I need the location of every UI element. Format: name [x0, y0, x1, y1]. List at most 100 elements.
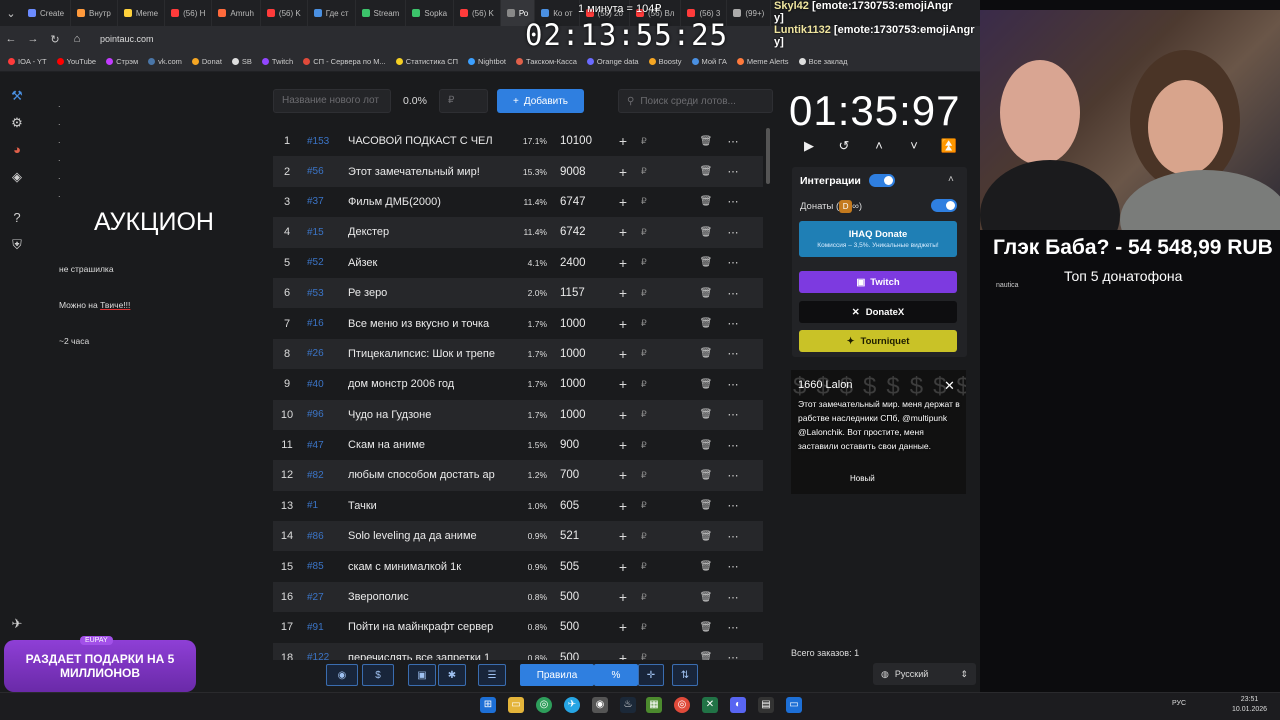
browser-tab[interactable]: Amruh [212, 0, 261, 26]
lot-name[interactable]: Тачки [339, 500, 511, 512]
lot-amount[interactable]: 500 [547, 652, 605, 660]
bookmark-item[interactable]: Twitch [261, 57, 293, 66]
add-amount-icon[interactable]: + [605, 376, 641, 392]
delete-icon[interactable]: 🗑 [693, 227, 719, 238]
bookmark-item[interactable]: Nightbot [468, 57, 506, 66]
auction-icon[interactable]: ⚒ [9, 88, 25, 104]
chrome-alt-icon[interactable]: ◎ [674, 697, 690, 713]
more-icon[interactable]: ⋯ [719, 226, 747, 239]
browser-tab[interactable]: (56) Н [165, 0, 213, 26]
lot-name[interactable]: Скам на аниме [339, 439, 511, 451]
delete-icon[interactable]: 🗑 [693, 652, 719, 660]
delete-icon[interactable]: 🗑 [693, 531, 719, 542]
twitch-button[interactable]: ▣ Twitch [799, 271, 957, 293]
wheel-icon[interactable]: ◕ [9, 142, 25, 158]
windows-start-icon[interactable]: ⊞ [480, 697, 496, 713]
list-icon[interactable]: ☰ [478, 664, 506, 686]
browser-tab[interactable]: Meme [118, 0, 166, 26]
lot-amount[interactable]: 1000 [547, 378, 605, 390]
url-field[interactable]: pointauc.com [100, 34, 154, 44]
reload-icon[interactable]: ↻ [44, 33, 66, 46]
promo-banner[interactable]: РАЗДАЕТ ПОДАРКИ НА 5 МИЛЛИОНОВ [4, 640, 196, 692]
back-icon[interactable]: ← [0, 33, 22, 45]
delete-icon[interactable]: 🗑 [693, 318, 719, 329]
language-select[interactable]: ◍ Русский ⇕ [873, 663, 976, 685]
dollar-icon[interactable]: $ [362, 664, 394, 686]
telegram-icon[interactable]: ✈ [9, 616, 25, 632]
more-icon[interactable]: ⋯ [719, 287, 747, 300]
tray-language[interactable]: РУС [1172, 700, 1186, 707]
bookmark-item[interactable]: Donat [191, 57, 222, 66]
rub-input[interactable]: ₽ [641, 257, 663, 268]
delete-icon[interactable]: 🗑 [693, 348, 719, 359]
rules-button[interactable]: Правила [520, 664, 594, 686]
lot-amount[interactable]: 500 [547, 621, 605, 633]
lots-scrollbar[interactable] [766, 128, 770, 184]
delete-icon[interactable]: 🗑 [693, 196, 719, 207]
screen-icon[interactable]: ▭ [786, 697, 802, 713]
amount-input[interactable]: ₽ [439, 89, 488, 113]
delete-icon[interactable]: 🗑 [693, 409, 719, 420]
more-icon[interactable]: ⋯ [719, 195, 747, 208]
new-lot-input[interactable]: Название нового лот [273, 89, 391, 113]
lot-amount[interactable]: 700 [547, 469, 605, 481]
ihaq-donate-button[interactable]: IHAQ Donate Комиссия – 3,5%. Уникальные в… [799, 221, 957, 257]
sort-icon[interactable]: ⇅ [672, 664, 698, 686]
browser-tab[interactable]: (56) K [454, 0, 501, 26]
rub-input[interactable]: ₽ [641, 531, 663, 542]
donation-status[interactable]: Новый [850, 474, 875, 483]
delete-icon[interactable]: 🗑 [693, 288, 719, 299]
lot-amount[interactable]: 1000 [547, 409, 605, 421]
more-icon[interactable]: ⋯ [719, 439, 747, 452]
lot-name[interactable]: любым способом достать ар [339, 469, 511, 481]
browser-tab[interactable]: Create [22, 0, 72, 26]
more-icon[interactable]: ⋯ [719, 651, 747, 660]
add-amount-icon[interactable]: + [605, 407, 641, 423]
forward-icon[interactable]: → [22, 33, 44, 45]
more-icon[interactable]: ⋯ [719, 408, 747, 421]
rub-input[interactable]: ₽ [641, 379, 663, 390]
bookmark-item[interactable]: Такском-Касса [515, 57, 577, 66]
telegram-taskbar-icon[interactable]: ✈ [564, 697, 580, 713]
discord-icon[interactable]: ◐ [730, 697, 746, 713]
lot-amount[interactable]: 2400 [547, 257, 605, 269]
delete-icon[interactable]: 🗑 [693, 561, 719, 572]
bookmark-item[interactable]: vk.com [148, 57, 182, 66]
lot-name[interactable]: Чудо на Гудзоне [339, 409, 511, 421]
lot-amount[interactable]: 900 [547, 439, 605, 451]
more-icon[interactable]: ⋯ [719, 621, 747, 634]
lot-name[interactable]: Птицекалипсис: Шок и трепе [339, 348, 511, 360]
lot-name[interactable]: Зверополис [339, 591, 511, 603]
lot-amount[interactable]: 1000 [547, 318, 605, 330]
help-icon[interactable]: ? [9, 210, 25, 226]
home-icon[interactable]: ⌂ [66, 33, 88, 45]
rub-input[interactable]: ₽ [641, 318, 663, 329]
lot-name[interactable]: ЧАСОВОЙ ПОДКАСТ С ЧЕЛ [339, 135, 511, 147]
more-icon[interactable]: ⋯ [719, 560, 747, 573]
lot-name[interactable]: Айзек [339, 257, 511, 269]
lot-amount[interactable]: 1000 [547, 348, 605, 360]
add-amount-icon[interactable]: + [605, 498, 641, 514]
more-icon[interactable]: ⋯ [719, 499, 747, 512]
lot-name[interactable]: Этот замечательный мир! [339, 166, 511, 178]
bookmark-item[interactable]: Стрэм [106, 57, 138, 66]
rub-input[interactable]: ₽ [641, 470, 663, 481]
add-amount-icon[interactable]: + [605, 650, 641, 660]
github-icon[interactable]: ◉ [326, 664, 358, 686]
browser-tab[interactable]: Stream [356, 0, 407, 26]
rub-input[interactable]: ₽ [641, 440, 663, 451]
more-icon[interactable]: ⋯ [719, 165, 747, 178]
close-icon[interactable]: ✕ [944, 378, 955, 394]
rub-input[interactable]: ₽ [641, 561, 663, 572]
rub-input[interactable]: ₽ [641, 500, 663, 511]
shield-icon[interactable]: ⛨ [9, 237, 25, 253]
lot-amount[interactable]: 9008 [547, 166, 605, 178]
browser-tab[interactable]: Где ст [308, 0, 356, 26]
tourniquet-button[interactable]: ✦ Tourniquet [799, 330, 957, 352]
donates-toggle[interactable] [931, 199, 957, 212]
rub-input[interactable]: ₽ [641, 409, 663, 420]
lot-amount[interactable]: 6747 [547, 196, 605, 208]
delete-icon[interactable]: 🗑 [693, 470, 719, 481]
double-up-icon[interactable]: ⏫ [940, 138, 958, 154]
delete-icon[interactable]: 🗑 [693, 622, 719, 633]
